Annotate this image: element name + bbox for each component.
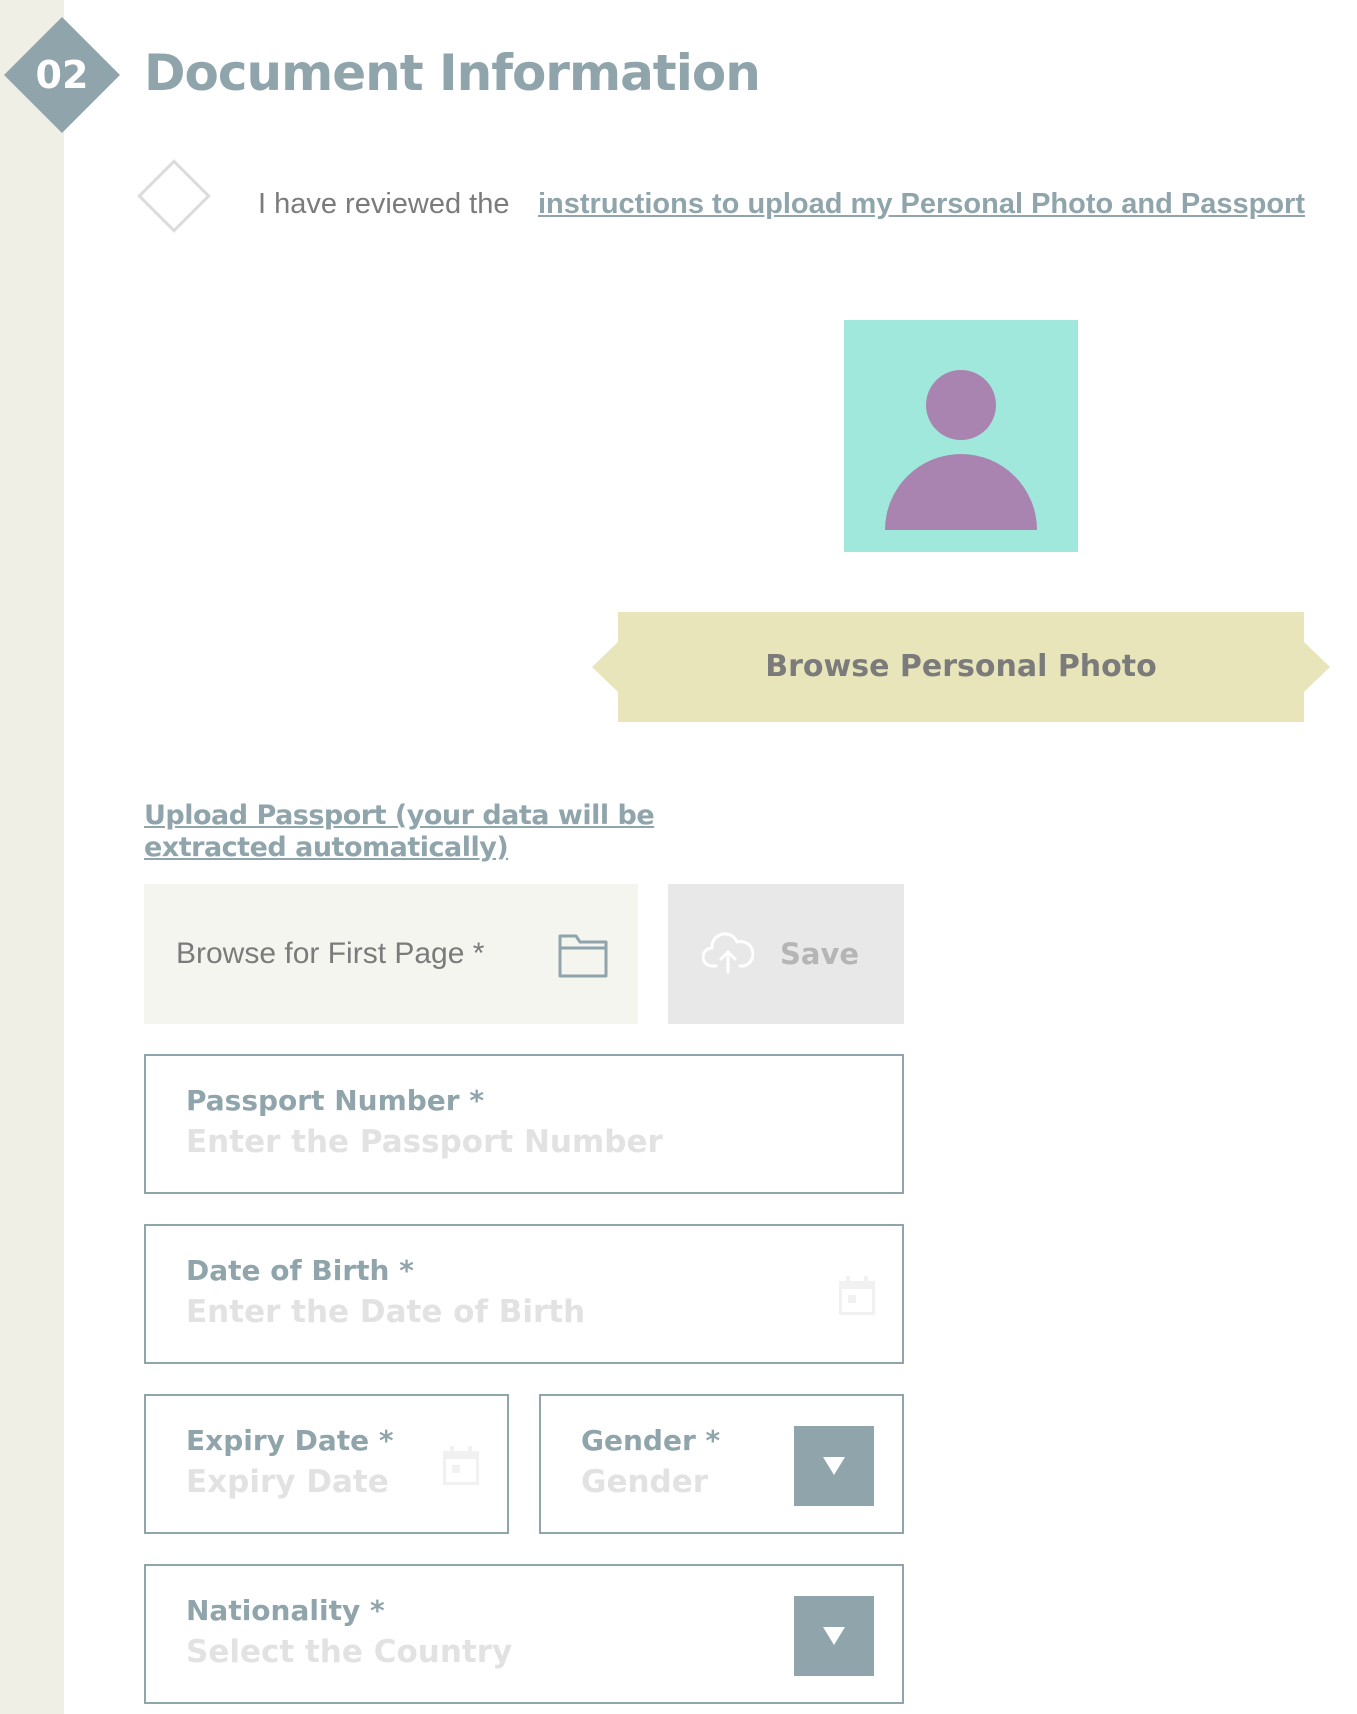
step-badge: 02: [4, 17, 120, 133]
browse-personal-photo-label: Browse Personal Photo: [765, 649, 1157, 684]
section-title: Document Information: [144, 44, 761, 102]
date-of-birth-label: Date of Birth *: [186, 1254, 414, 1287]
instructions-link[interactable]: instructions to upload my Personal Photo…: [538, 188, 1305, 221]
gender-placeholder: Gender: [581, 1464, 709, 1500]
document-information-page: 02 Document Information I have reviewed …: [0, 0, 1357, 1714]
calendar-icon[interactable]: [442, 1446, 480, 1486]
consent-checkbox[interactable]: [137, 159, 211, 233]
gender-label: Gender *: [581, 1424, 721, 1457]
nationality-label: Nationality *: [186, 1594, 385, 1627]
date-of-birth-placeholder: Enter the Date of Birth: [186, 1294, 586, 1330]
expiry-date-field[interactable]: Expiry Date * Expiry Date: [144, 1394, 509, 1534]
folder-icon: [558, 934, 608, 978]
left-rail: [0, 0, 64, 1714]
gender-dropdown-button[interactable]: [794, 1426, 874, 1506]
chevron-down-icon: [823, 1457, 845, 1475]
browse-personal-photo-button[interactable]: Browse Personal Photo: [592, 612, 1330, 722]
save-button[interactable]: Save: [668, 884, 904, 1024]
passport-number-placeholder: Enter the Passport Number: [186, 1124, 663, 1160]
upload-passport-link[interactable]: Upload Passport (your data will be extra…: [144, 800, 744, 864]
browse-first-page-field[interactable]: Browse for First Page *: [144, 884, 638, 1024]
person-icon: [885, 370, 1037, 530]
save-label: Save: [780, 937, 860, 971]
consent-text: I have reviewed the: [258, 188, 510, 220]
cloud-upload-icon: [702, 932, 754, 974]
calendar-icon[interactable]: [838, 1276, 876, 1316]
nationality-dropdown-button[interactable]: [794, 1596, 874, 1676]
step-number: 02: [35, 53, 89, 97]
expiry-date-placeholder: Expiry Date: [186, 1464, 389, 1500]
date-of-birth-field[interactable]: Date of Birth * Enter the Date of Birth: [144, 1224, 904, 1364]
passport-number-label: Passport Number *: [186, 1084, 484, 1117]
expiry-date-label: Expiry Date *: [186, 1424, 394, 1457]
gender-field[interactable]: Gender * Gender: [539, 1394, 904, 1534]
nationality-placeholder: Select the Country: [186, 1634, 513, 1670]
browse-first-page-label: Browse for First Page *: [176, 937, 485, 970]
nationality-field[interactable]: Nationality * Select the Country: [144, 1564, 904, 1704]
personal-photo-preview: [844, 320, 1078, 552]
chevron-down-icon: [823, 1627, 845, 1645]
passport-number-field[interactable]: Passport Number * Enter the Passport Num…: [144, 1054, 904, 1194]
